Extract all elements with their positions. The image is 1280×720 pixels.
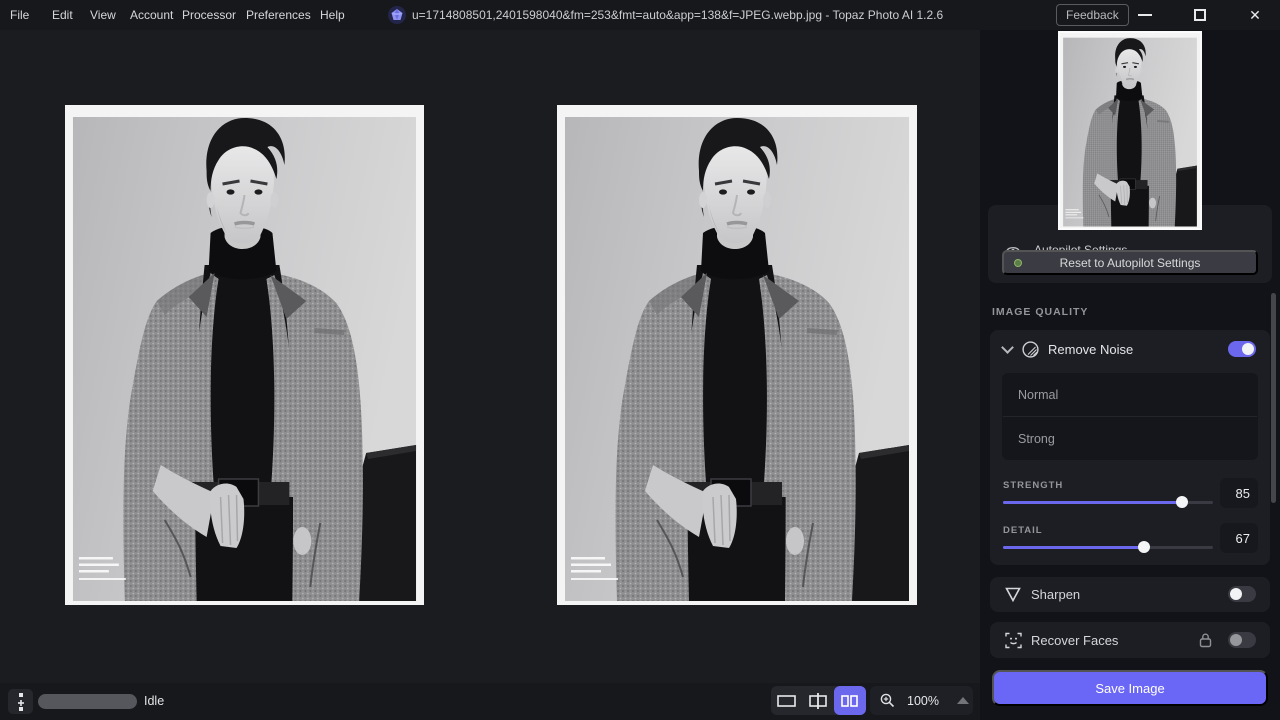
toggle-knob xyxy=(1230,634,1242,646)
sidebar-scrollbar[interactable] xyxy=(1271,293,1276,503)
minimize-button[interactable] xyxy=(1130,0,1160,30)
side-by-side-icon xyxy=(841,695,858,707)
split-view-icon xyxy=(808,693,828,709)
remove-noise-label: Remove Noise xyxy=(1048,342,1133,357)
single-view-button[interactable] xyxy=(771,686,803,715)
noise-icon xyxy=(1022,341,1039,358)
zoom-caret-icon[interactable] xyxy=(957,697,969,704)
menu-view[interactable]: View xyxy=(88,0,118,30)
before-image[interactable] xyxy=(65,105,424,605)
menu-account[interactable]: Account xyxy=(128,0,175,30)
section-title-image-quality: IMAGE QUALITY xyxy=(992,306,1088,318)
strength-label: STRENGTH xyxy=(1003,480,1063,491)
zoom-in-icon xyxy=(880,693,895,708)
strength-slider[interactable] xyxy=(1003,496,1213,508)
recover-faces-panel[interactable]: Recover Faces xyxy=(990,622,1270,658)
feedback-button[interactable]: Feedback xyxy=(1056,4,1129,26)
close-button[interactable]: ✕ xyxy=(1240,0,1270,30)
chevron-down-icon[interactable] xyxy=(1001,341,1014,354)
zoom-control[interactable]: 100% xyxy=(870,686,973,715)
remove-noise-header[interactable]: Remove Noise xyxy=(990,330,1270,368)
autopilot-status-dot xyxy=(1014,259,1022,267)
menu-edit[interactable]: Edit xyxy=(50,0,75,30)
toggle-knob xyxy=(1242,343,1254,355)
toggle-knob xyxy=(1230,588,1242,600)
zoom-level: 100% xyxy=(907,694,939,708)
side-by-side-view-button[interactable] xyxy=(834,686,866,715)
menu-preferences[interactable]: Preferences xyxy=(244,0,313,30)
recover-faces-toggle[interactable] xyxy=(1228,632,1256,648)
queue-menu-button[interactable] xyxy=(8,689,33,714)
slider-thumb[interactable] xyxy=(1138,541,1150,553)
reset-autopilot-button[interactable]: Reset to Autopilot Settings xyxy=(1002,250,1258,275)
detail-label: DETAIL xyxy=(1003,525,1043,536)
view-mode-group xyxy=(771,686,866,715)
remove-noise-panel: Remove Noise Normal Strong STRENGTH 85 D… xyxy=(990,330,1270,565)
title-bar: File Edit View Account Processor Prefere… xyxy=(0,0,1280,30)
sharpen-icon xyxy=(1005,587,1021,602)
settings-sidebar: Autopilot Settings Reset to Autopilot Se… xyxy=(980,30,1280,720)
detail-slider[interactable] xyxy=(1003,541,1213,553)
after-image[interactable] xyxy=(557,105,917,605)
strength-value[interactable]: 85 xyxy=(1220,478,1258,508)
menu-file[interactable]: File xyxy=(8,0,31,30)
option-strong[interactable]: Strong xyxy=(1002,417,1258,460)
status-bar: Idle 100% xyxy=(0,683,980,720)
option-normal[interactable]: Normal xyxy=(1002,373,1258,416)
lock-icon xyxy=(1199,633,1212,648)
single-view-icon xyxy=(777,695,796,707)
maximize-button[interactable] xyxy=(1185,0,1215,30)
menu-processor[interactable]: Processor xyxy=(180,0,238,30)
split-view-button[interactable] xyxy=(803,686,835,715)
noise-model-options: Normal Strong xyxy=(1002,373,1258,460)
image-thumbnail[interactable] xyxy=(1058,31,1202,230)
sharpen-panel[interactable]: Sharpen xyxy=(990,577,1270,612)
status-text: Idle xyxy=(144,683,164,720)
slider-thumb[interactable] xyxy=(1176,496,1188,508)
face-scan-icon xyxy=(1005,632,1022,649)
sharpen-label: Sharpen xyxy=(1031,587,1080,602)
progress-bar xyxy=(38,694,137,709)
preview-canvas[interactable] xyxy=(0,30,980,683)
dots-plus-icon xyxy=(17,692,25,712)
remove-noise-toggle[interactable] xyxy=(1228,341,1256,357)
recover-faces-label: Recover Faces xyxy=(1031,633,1118,648)
detail-value[interactable]: 67 xyxy=(1220,523,1258,553)
sharpen-toggle[interactable] xyxy=(1228,586,1256,602)
topaz-logo-icon xyxy=(388,6,406,24)
menu-help[interactable]: Help xyxy=(318,0,347,30)
save-image-button[interactable]: Save Image xyxy=(992,670,1268,706)
window-title: u=1714808501,2401598040&fm=253&fmt=auto&… xyxy=(412,0,943,30)
